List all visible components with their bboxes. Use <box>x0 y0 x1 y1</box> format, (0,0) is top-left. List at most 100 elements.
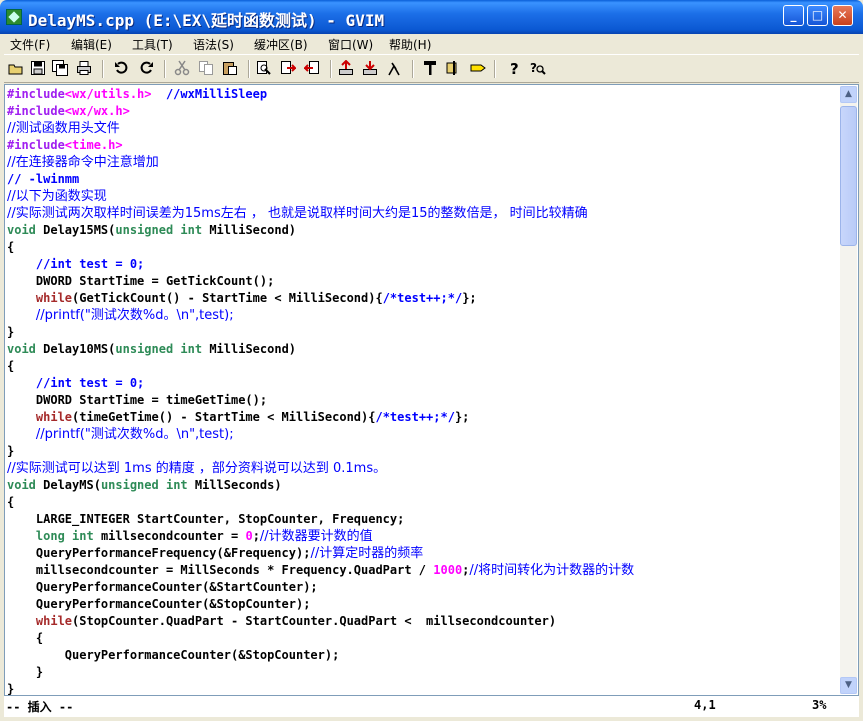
menu-syntax[interactable]: 语法(S) <box>193 36 234 53</box>
code-line[interactable]: //实际测试可以达到 1ms 的精度 ，部分资料说可以达到 0.1ms。 <box>7 460 634 477</box>
find-next-icon[interactable] <box>280 60 296 76</box>
code-line[interactable]: //实际测试两次取样时间误差为15ms左右 ， 也就是说取样时间大约是15的整数… <box>7 205 634 222</box>
toolbar-separator <box>102 60 104 78</box>
code-line[interactable]: DWORD StartTime = GetTickCount(); <box>7 273 634 290</box>
code-buffer[interactable]: #include<wx/utils.h> //wxMilliSleep #incl… <box>7 86 634 696</box>
code-line[interactable]: } <box>7 443 634 460</box>
code-line[interactable]: } <box>7 324 634 341</box>
find-help-icon[interactable]: ? <box>530 60 546 76</box>
code-line[interactable]: } <box>7 664 634 681</box>
code-line[interactable]: while(GetTickCount() - StartTime < Milli… <box>7 290 634 307</box>
code-line[interactable]: QueryPerformanceFrequency(&Frequency);//… <box>7 545 634 562</box>
code-line[interactable]: { <box>7 358 634 375</box>
scroll-down-button[interactable]: ▼ <box>840 677 857 694</box>
code-token: <wx/wx.h> <box>64 104 130 118</box>
code-line[interactable]: while(StopCounter.QuadPart - StartCounte… <box>7 613 634 630</box>
code-line[interactable]: //printf("测试次数%d。\n",test); <box>7 426 634 443</box>
svg-text:?: ? <box>510 60 519 76</box>
code-token: //printf("测试次数%d。\n",test); <box>35 308 234 323</box>
code-line[interactable]: QueryPerformanceCounter(&StopCounter); <box>7 596 634 613</box>
code-token: { <box>7 495 15 509</box>
code-line[interactable]: QueryPerformanceCounter(&StopCounter); <box>7 647 634 664</box>
save-session-icon[interactable] <box>362 60 378 76</box>
code-token: MillSeconds) <box>187 478 282 492</box>
close-button[interactable]: ✕ <box>832 5 853 26</box>
code-line[interactable]: { <box>7 630 634 647</box>
code-line[interactable]: LARGE_INTEGER StartCounter, StopCounter,… <box>7 511 634 528</box>
code-line[interactable]: //以下为函数实现 <box>7 188 634 205</box>
code-line[interactable]: millsecondcounter = MillSeconds * Freque… <box>7 562 634 579</box>
load-session-icon[interactable] <box>338 60 354 76</box>
make-icon[interactable] <box>422 60 438 76</box>
scroll-up-button[interactable]: ▲ <box>840 86 857 103</box>
code-line[interactable]: void Delay10MS(unsigned int MilliSecond) <box>7 341 634 358</box>
code-token: MilliSecond) <box>202 223 297 237</box>
code-line[interactable]: long int millsecondcounter = 0;//计数器要计数的… <box>7 528 634 545</box>
open-icon[interactable] <box>8 60 24 76</box>
menu-file[interactable]: 文件(F) <box>10 36 50 53</box>
svg-text:?: ? <box>530 61 537 75</box>
copy-icon[interactable] <box>198 60 214 76</box>
jump-tag-icon[interactable] <box>470 60 486 76</box>
code-token: //测试函数用头文件 <box>7 121 120 136</box>
paste-icon[interactable] <box>222 60 238 76</box>
code-token: void <box>7 223 36 237</box>
scroll-percent: 3% <box>812 698 827 712</box>
code-line[interactable]: #include<time.h> <box>7 137 634 154</box>
code-line[interactable]: QueryPerformanceCounter(&StartCounter); <box>7 579 634 596</box>
redo-icon[interactable] <box>138 60 154 76</box>
save-icon[interactable] <box>30 60 46 76</box>
cursor-position: 4,1 <box>694 698 716 712</box>
code-token: QueryPerformanceCounter(&StopCounter); <box>7 597 311 611</box>
run-script-icon[interactable] <box>386 60 402 76</box>
menu-edit[interactable]: 编辑(E) <box>71 36 112 53</box>
print-icon[interactable] <box>76 60 92 76</box>
code-line[interactable]: void Delay15MS(unsigned int MilliSecond) <box>7 222 634 239</box>
scrollbar-thumb[interactable] <box>840 106 857 246</box>
code-token: } <box>7 682 15 696</box>
code-token: //wxMilliSleep <box>165 87 268 101</box>
code-line[interactable]: } <box>7 681 634 696</box>
code-token: //printf("测试次数%d。\n",test); <box>35 427 234 442</box>
code-token: } <box>7 444 15 458</box>
code-line[interactable]: //int test = 0; <box>7 375 634 392</box>
find-prev-icon[interactable] <box>304 60 320 76</box>
vertical-scrollbar[interactable]: ▲ ▼ <box>840 86 857 694</box>
vim-app-icon[interactable] <box>6 9 22 25</box>
code-line[interactable]: //int test = 0; <box>7 256 634 273</box>
menu-window[interactable]: 窗口(W) <box>328 36 373 53</box>
menu-help[interactable]: 帮助(H) <box>389 36 431 53</box>
code-line[interactable]: //在连接器命令中注意增加 <box>7 154 634 171</box>
cut-icon[interactable] <box>174 60 190 76</box>
build-tags-icon[interactable] <box>446 60 462 76</box>
help-icon[interactable]: ? <box>506 60 522 76</box>
code-token: Delay15MS( <box>35 223 116 237</box>
code-line[interactable]: #include<wx/wx.h> <box>7 103 634 120</box>
window-title: DelayMS.cpp (E:\EX\延时函数测试) - GVIM <box>28 11 385 30</box>
code-line[interactable]: //测试函数用头文件 <box>7 120 634 137</box>
minimize-button[interactable]: _ <box>783 5 804 26</box>
find-replace-icon[interactable] <box>256 60 272 76</box>
code-line[interactable]: DWORD StartTime = timeGetTime(); <box>7 392 634 409</box>
code-token: //在连接器命令中注意增加 <box>7 155 159 170</box>
code-line[interactable]: { <box>7 494 634 511</box>
maximize-button[interactable]: □ <box>807 5 828 26</box>
title-bar[interactable]: DelayMS.cpp (E:\EX\延时函数测试) - GVIM _ □ ✕ <box>0 0 863 34</box>
undo-icon[interactable] <box>114 60 130 76</box>
code-line[interactable]: //printf("测试次数%d。\n",test); <box>7 307 634 324</box>
menu-tools[interactable]: 工具(T) <box>132 36 173 53</box>
editor-area[interactable]: #include<wx/utils.h> //wxMilliSleep #incl… <box>4 84 859 696</box>
code-line[interactable]: void DelayMS(unsigned int MillSeconds) <box>7 477 634 494</box>
code-token: 0 <box>245 529 253 543</box>
code-line[interactable]: { <box>7 239 634 256</box>
code-line[interactable]: #include<wx/utils.h> //wxMilliSleep <box>7 86 634 103</box>
code-line[interactable]: while(timeGetTime() - StartTime < MilliS… <box>7 409 634 426</box>
menu-buffers[interactable]: 缓冲区(B) <box>254 36 308 53</box>
code-token: { <box>7 631 44 645</box>
save-all-icon[interactable] <box>52 60 68 76</box>
code-token: // -lwinmm <box>7 172 80 186</box>
code-line[interactable]: // -lwinmm <box>7 171 634 188</box>
